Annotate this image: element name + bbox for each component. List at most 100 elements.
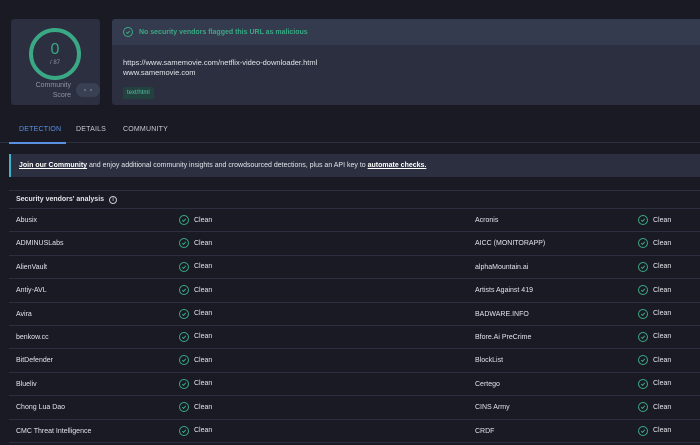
vendor-result: Clean	[179, 238, 212, 249]
check-circle-icon	[638, 215, 648, 225]
verdict-banner: No security vendors flagged this URL as …	[112, 19, 700, 45]
community-label-line1: Community	[35, 82, 71, 89]
community-score-label: Community Score	[17, 81, 71, 101]
check-circle-icon	[179, 238, 189, 249]
vendor-name: ADMINUSLabs	[16, 240, 64, 248]
tab-bar: DETECTION DETAILS COMMUNITY	[0, 118, 700, 143]
vendor-name: CMC Threat Intelligence	[16, 427, 92, 435]
community-label-line2: Score	[52, 92, 71, 99]
tab-detection[interactable]: DETECTION	[19, 126, 61, 133]
check-circle-icon	[179, 261, 189, 272]
vendor-result: Clean	[638, 355, 672, 366]
vendor-result: Clean	[179, 378, 213, 389]
vendor-name: AlienVault	[16, 263, 48, 271]
result-label: Clean	[653, 239, 672, 247]
table-row: Antiy-AVL Clean Artists Against 419 Clean	[9, 279, 700, 303]
vendor-name: AICC (MONITORAPP)	[475, 240, 546, 248]
vote-dot-icon	[90, 89, 92, 91]
tab-details[interactable]: DETAILS	[76, 126, 106, 133]
check-circle-icon	[638, 355, 648, 366]
result-label: Clean	[653, 356, 672, 364]
community-score-card: 0 / 87 Community Score	[11, 19, 100, 105]
check-circle-icon	[179, 402, 189, 413]
vote-toggle[interactable]	[76, 83, 100, 97]
vendor-name: Blueliv	[16, 380, 37, 388]
result-label: Clean	[194, 216, 213, 224]
check-circle-icon	[179, 425, 189, 436]
check-circle-icon	[638, 308, 648, 319]
tab-community[interactable]: COMMUNITY	[123, 126, 168, 133]
vendor-result: Clean	[638, 331, 672, 342]
table-row: CMC Threat Intelligence Clean CRDF Clean	[9, 420, 700, 443]
check-circle-icon	[638, 331, 648, 342]
table-row: Abusix Clean Acronis Clean	[9, 209, 700, 233]
vendor-result: Clean	[638, 308, 672, 319]
vote-dot-icon	[84, 89, 86, 91]
score-total: / 87	[49, 60, 60, 66]
vendor-result: Clean	[638, 425, 672, 436]
check-circle-icon	[638, 261, 648, 272]
check-circle-icon	[123, 27, 133, 37]
vendor-result: Clean	[638, 285, 672, 296]
vendor-name: benkow.cc	[16, 333, 49, 341]
vendor-name: Acronis	[475, 217, 499, 224]
vendor-name: BlockList	[475, 357, 504, 365]
join-banner-text: and enjoy additional community insights …	[87, 162, 368, 169]
vendor-name: Certego	[475, 380, 500, 388]
table-row: Blueliv Clean Certego Clean	[9, 373, 700, 397]
score-ring: 0 / 87	[29, 28, 81, 80]
result-label: Clean	[194, 380, 213, 388]
result-label: Clean	[653, 403, 672, 411]
result-label: Clean	[194, 356, 213, 364]
result-label: Clean	[653, 333, 672, 341]
join-community-link[interactable]: Join our Community	[19, 162, 87, 169]
vendor-result: Clean	[179, 285, 213, 296]
result-label: Clean	[194, 310, 213, 318]
automate-checks-link[interactable]: automate checks.	[368, 162, 427, 169]
vendor-name: Abusix	[16, 217, 38, 224]
analysis-title: Security vendors' analysis	[16, 196, 105, 203]
result-label: Clean	[194, 427, 213, 435]
result-label: Clean	[653, 380, 672, 388]
check-circle-icon	[638, 402, 648, 413]
vendor-result: Clean	[179, 331, 213, 342]
result-label: Clean	[653, 310, 672, 318]
vendor-result: Clean	[638, 238, 672, 249]
info-icon[interactable]: i	[109, 195, 118, 204]
vendor-result: Clean	[638, 378, 672, 389]
vendor-result: Clean	[179, 308, 213, 319]
vendor-result: Clean	[638, 215, 671, 225]
vendor-result: Clean	[179, 261, 213, 272]
content-type-tag[interactable]: text/html	[123, 87, 154, 99]
check-circle-icon	[179, 308, 189, 319]
check-circle-icon	[638, 425, 648, 436]
check-circle-icon	[179, 215, 189, 225]
vendor-name: Avira	[16, 310, 32, 318]
vendor-name: Antiy-AVL	[16, 287, 47, 295]
vendor-result: Clean	[179, 425, 213, 436]
result-label: Clean	[194, 333, 213, 341]
table-row: Avira Clean BADWARE.INFO Clean	[9, 303, 700, 326]
table-row: AlienVault Clean alphaMountain.ai Clean	[9, 256, 700, 280]
check-circle-icon	[638, 238, 648, 249]
check-circle-icon	[179, 355, 189, 366]
result-label: Clean	[653, 427, 672, 435]
check-circle-icon	[179, 331, 189, 342]
score-value: 0	[50, 41, 60, 58]
table-row: benkow.cc Clean Bfore.Ai PreCrime Clean	[9, 326, 700, 350]
vendor-name: Artists Against 419	[475, 287, 533, 295]
scanned-url[interactable]: https://www.samemovie.com/netflix-video-…	[123, 58, 317, 67]
scanned-domain[interactable]: www.samemovie.com	[123, 68, 196, 77]
vendor-name: BitDefender	[16, 357, 53, 365]
result-label: Clean	[194, 403, 213, 411]
vendor-name: Bfore.Ai PreCrime	[475, 333, 532, 341]
result-label: Clean	[653, 286, 672, 294]
verdict-message: No security vendors flagged this URL as …	[139, 28, 308, 36]
result-label: Clean	[194, 263, 213, 271]
result-label: Clean	[194, 286, 213, 294]
table-row: Chong Lua Dao Clean CINS Army Clean	[9, 396, 700, 420]
vendor-result: Clean	[179, 215, 212, 225]
vendor-name: Chong Lua Dao	[16, 404, 66, 412]
vendor-name: BADWARE.INFO	[475, 310, 529, 318]
table-row: BitDefender Clean BlockList Clean	[9, 349, 700, 373]
